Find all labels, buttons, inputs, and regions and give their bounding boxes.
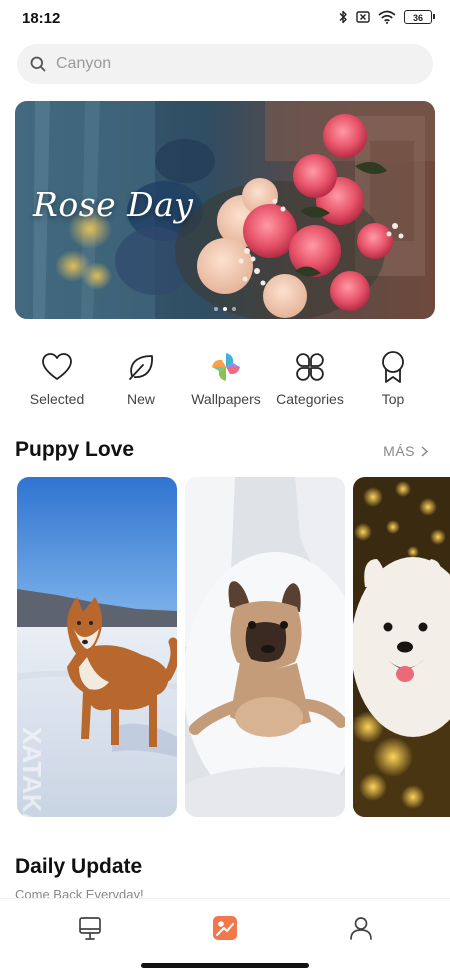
award-ribbon-icon: [382, 351, 404, 383]
xataka-watermark: XATAKA: [17, 727, 47, 817]
daily-update-title: Daily Update: [15, 855, 143, 878]
carousel-dot[interactable]: [214, 307, 218, 311]
four-petal-icon: [296, 353, 324, 381]
carousel-dot[interactable]: [232, 307, 236, 311]
wallpaper-card-husky[interactable]: XATAKA: [17, 477, 177, 817]
battery-icon: 36: [404, 10, 435, 24]
category-label: Top: [381, 391, 405, 407]
search-placeholder: Canyon: [56, 55, 112, 72]
easel-icon: [79, 917, 101, 940]
more-link[interactable]: MÁS: [383, 443, 428, 459]
no-sim-icon: [356, 11, 370, 23]
heart-icon: [42, 353, 72, 380]
bulldog-image: [185, 477, 345, 817]
status-icons: 36: [338, 10, 435, 24]
nav-discover[interactable]: [77, 915, 103, 941]
home-indicator[interactable]: [141, 963, 309, 968]
image-icon: [213, 916, 237, 940]
carousel-dot-active[interactable]: [223, 307, 227, 311]
category-label: Selected: [29, 391, 85, 407]
status-bar: 18:12 36: [0, 0, 450, 38]
category-new[interactable]: New: [96, 350, 186, 407]
pinwheel-icon: [212, 353, 240, 381]
category-selected[interactable]: Selected: [12, 350, 102, 407]
category-label: Categories: [276, 391, 344, 407]
wifi-icon: [378, 10, 396, 24]
carousel-dots: [15, 307, 435, 311]
search-icon: [30, 56, 46, 72]
banner-title: Rose Day: [33, 185, 194, 224]
samoyed-image: [353, 477, 450, 817]
category-top[interactable]: Top: [348, 350, 438, 407]
bottom-nav: [0, 898, 450, 976]
leaf-icon: [129, 355, 153, 380]
chevron-right-icon: [421, 445, 428, 457]
category-row: Selected New Wallpapers Categories Top: [0, 350, 450, 410]
category-label: Wallpapers: [191, 391, 261, 407]
hero-banner[interactable]: Rose Day: [15, 101, 435, 319]
more-label: MÁS: [383, 443, 415, 459]
search-input[interactable]: Canyon: [17, 44, 433, 84]
status-time: 18:12: [22, 10, 61, 27]
section-title: Puppy Love: [15, 438, 135, 461]
nav-profile[interactable]: [348, 915, 374, 941]
category-wallpapers[interactable]: Wallpapers: [181, 350, 271, 407]
nav-wallpapers[interactable]: [212, 915, 238, 941]
wallpaper-carousel: XATAKA: [0, 477, 450, 817]
category-label: New: [126, 391, 155, 407]
person-icon: [350, 917, 372, 940]
husky-image: XATAKA: [17, 477, 177, 817]
wallpaper-card-samoyed[interactable]: [353, 477, 450, 817]
category-categories[interactable]: Categories: [265, 350, 355, 407]
bluetooth-icon: [339, 10, 347, 24]
wallpaper-card-bulldog[interactable]: [185, 477, 345, 817]
